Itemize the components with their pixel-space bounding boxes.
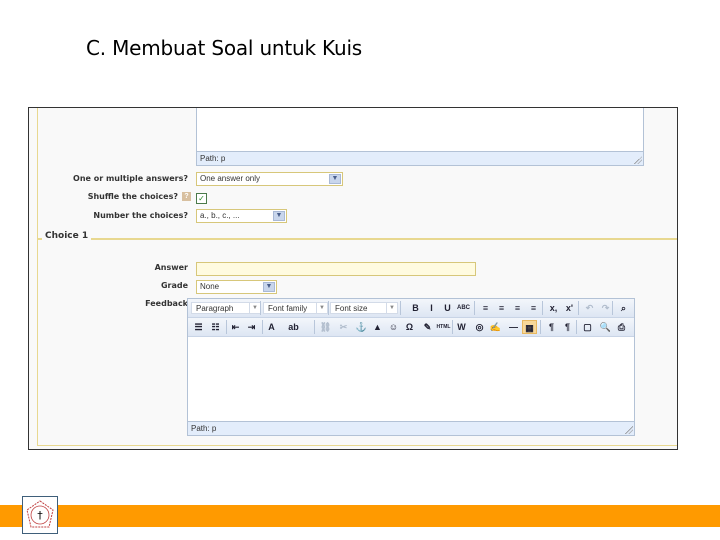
highlight-color-icon[interactable]: ab [286, 320, 301, 334]
editor-toolbar-row-1: Paragraph ▼ Font family ▼ Font size ▼ BI… [188, 299, 634, 318]
paste-word-icon[interactable]: W [454, 320, 469, 334]
outdent-icon[interactable]: ⇤ [228, 320, 243, 334]
toolbar-separator [226, 320, 227, 334]
horizontal-rule-icon[interactable]: — [506, 320, 521, 334]
toolbar-separator [576, 320, 577, 334]
grade-select[interactable]: None ▼ [196, 280, 277, 294]
bold-icon[interactable]: B [408, 301, 423, 315]
align-left-icon[interactable]: ≡ [478, 301, 493, 315]
align-center-icon[interactable]: ≡ [494, 301, 509, 315]
align-right-icon[interactable]: ≡ [510, 301, 525, 315]
moodle-media-icon[interactable]: ◎ [472, 320, 487, 334]
logo-emblem-icon: † [26, 500, 54, 528]
toolbar-separator [262, 320, 263, 334]
chevron-down-icon: ▼ [316, 303, 327, 313]
special-char-icon[interactable]: Ω [402, 320, 417, 334]
find-icon[interactable]: ⌕ [616, 301, 631, 315]
font-family-select[interactable]: Font family ▼ [263, 302, 328, 314]
chevron-down-icon: ▼ [249, 303, 260, 313]
toolbar-separator [542, 301, 543, 315]
svg-text:†: † [37, 509, 43, 522]
multiple-answers-value: One answer only [200, 174, 261, 183]
unlink-icon[interactable]: ✂ [336, 320, 351, 334]
align-justify-icon[interactable]: ≡ [526, 301, 541, 315]
format-value: Paragraph [196, 304, 234, 313]
help-icon[interactable]: ? [182, 192, 191, 201]
subscript-icon[interactable]: x, [546, 301, 561, 315]
numbering-select[interactable]: a., b., c., ... ▼ [196, 209, 287, 223]
text-color-icon[interactable]: A [264, 320, 279, 334]
image-icon[interactable]: ▲ [370, 320, 385, 334]
ltr-icon[interactable]: ¶ [544, 320, 559, 334]
slide-title: C. Membuat Soal untuk Kuis [86, 36, 363, 60]
chevron-down-icon: ▼ [329, 174, 341, 184]
toolbar-separator [474, 301, 475, 315]
answer-label: Answer [154, 263, 188, 272]
anchor-icon[interactable]: ⚓ [354, 320, 369, 334]
toolbar-separator [578, 301, 579, 315]
toolbar-separator [540, 320, 541, 334]
numbering-label: Number the choices? [93, 211, 188, 220]
link-icon[interactable]: ⛓ [318, 320, 333, 334]
edit-icon[interactable]: ✍ [488, 320, 503, 334]
grade-label: Grade [160, 281, 188, 290]
multiple-answers-select[interactable]: One answer only ▼ [196, 172, 343, 186]
emoticon-icon[interactable]: ☺ [386, 320, 401, 334]
toolbar-separator [452, 320, 453, 334]
superscript-icon[interactable]: x' [562, 301, 577, 315]
footer-accent-bar [0, 505, 720, 527]
question-settings-fieldset: Path: p One or multiple answers? One ans… [37, 108, 677, 240]
underline-icon[interactable]: U [440, 301, 455, 315]
numbering-value: a., b., c., ... [200, 211, 240, 220]
undo-icon[interactable]: ↶ [582, 301, 597, 315]
italic-icon[interactable]: I [424, 301, 439, 315]
toolbar-separator [612, 301, 613, 315]
shuffle-label: Shuffle the choices? [87, 192, 178, 201]
toolbar-separator [260, 301, 261, 315]
multiple-answers-label: One or multiple answers? [73, 174, 188, 183]
font-size-select[interactable]: Font size ▼ [330, 302, 398, 314]
path-label: Path: p [191, 424, 217, 433]
table-icon[interactable]: ▦ [522, 320, 537, 334]
toolbar-separator [328, 301, 329, 315]
chevron-down-icon: ▼ [273, 211, 285, 221]
chevron-down-icon: ▼ [386, 303, 397, 313]
print-icon[interactable]: ⎙ [614, 320, 629, 334]
feedback-editor[interactable]: Paragraph ▼ Font family ▼ Font size ▼ BI… [187, 298, 635, 436]
quiz-form-screenshot: Path: p One or multiple answers? One ans… [28, 107, 678, 450]
clean-up-icon[interactable]: ✎ [420, 320, 435, 334]
resize-grip-icon[interactable] [625, 426, 633, 434]
toolbar-separator [400, 301, 401, 315]
shuffle-checkbox[interactable]: ✓ [196, 193, 207, 204]
bullet-list-icon[interactable]: ☰ [191, 320, 206, 334]
rtl-icon[interactable]: ¶ [560, 320, 575, 334]
answer-input[interactable] [196, 262, 476, 276]
font-size-value: Font size [335, 304, 368, 313]
html-source-icon[interactable]: HTML [436, 320, 451, 334]
fullscreen-icon[interactable]: ▢ [580, 320, 595, 334]
university-logo: † [22, 496, 58, 534]
question-text-editor[interactable]: Path: p [196, 108, 644, 166]
numbered-list-icon[interactable]: ☷ [208, 320, 223, 334]
indent-icon[interactable]: ⇥ [244, 320, 259, 334]
grade-value: None [200, 282, 220, 291]
editor-path-bar: Path: p [188, 421, 634, 435]
feedback-text-area[interactable] [188, 337, 634, 421]
redo-icon[interactable]: ↷ [598, 301, 613, 315]
chevron-down-icon: ▼ [263, 282, 275, 292]
strikethrough-icon[interactable]: ABC [456, 301, 471, 315]
format-select[interactable]: Paragraph ▼ [191, 302, 261, 314]
feedback-label: Feedback [145, 299, 188, 308]
toolbar-separator [314, 320, 315, 334]
preview-icon[interactable]: 🔍 [598, 320, 613, 334]
path-label: Path: p [200, 154, 226, 163]
choice-legend: Choice 1 [42, 231, 92, 241]
font-family-value: Font family [268, 304, 308, 313]
editor-path-bar: Path: p [197, 151, 643, 165]
editor-toolbar-row-2: ☰ ☷ ⇤ ⇥ Aab ⛓ ✂ ⚓ ▲ ☺ Ω ✎ HTML W ◎ ✍ — ▦ ¶ ¶ ▢ 🔍 ⎙ [188, 318, 634, 337]
resize-grip-icon[interactable] [634, 156, 642, 164]
